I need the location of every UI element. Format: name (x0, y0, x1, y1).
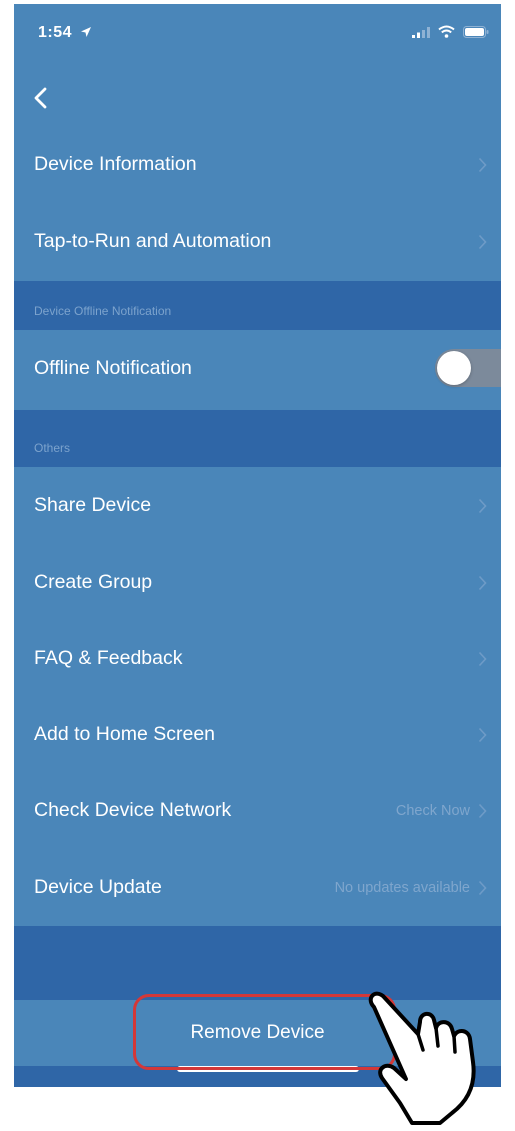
update-status-value: No updates available (334, 879, 470, 896)
status-icons (412, 25, 489, 38)
section-title: Device Offline Notification (34, 304, 172, 318)
nav-bar (14, 74, 501, 124)
remove-device-button[interactable]: Remove Device (14, 1000, 501, 1066)
chevron-right-icon (478, 803, 487, 818)
section-header-others: Others (14, 410, 501, 467)
home-indicator (177, 1066, 359, 1072)
device-information-row[interactable]: Device Information (14, 126, 501, 203)
battery-icon (463, 25, 489, 38)
status-bar: 1:54 (14, 4, 501, 64)
offline-notification-toggle[interactable] (435, 349, 501, 387)
row-label: Add to Home Screen (34, 723, 216, 745)
create-group-row[interactable]: Create Group (14, 544, 501, 621)
check-device-network-row[interactable]: Check Device Network Check Now (14, 772, 501, 849)
phone-screen: 1:54 Device Information Tap-to-Run and A… (14, 4, 501, 1087)
chevron-right-icon (478, 575, 487, 590)
row-label: Offline Notification (34, 357, 192, 379)
chevron-right-icon (478, 234, 487, 249)
tap-to-run-row[interactable]: Tap-to-Run and Automation (14, 203, 501, 280)
location-arrow-icon (80, 27, 91, 37)
row-label: FAQ & Feedback (34, 647, 183, 669)
chevron-right-icon (478, 727, 487, 742)
device-update-row[interactable]: Device Update No updates available (14, 849, 501, 926)
wifi-icon (438, 25, 455, 38)
signal-icon (412, 26, 430, 38)
row-label: Device Update (34, 876, 162, 898)
chevron-left-icon (34, 87, 47, 109)
row-label: Create Group (34, 571, 153, 593)
remove-device-label: Remove Device (190, 1022, 325, 1043)
back-button[interactable] (28, 84, 58, 114)
row-label: Check Device Network (34, 799, 232, 821)
chevron-right-icon (478, 880, 487, 895)
add-to-home-screen-row[interactable]: Add to Home Screen (14, 696, 501, 773)
chevron-right-icon (478, 498, 487, 513)
section-spacer (14, 926, 501, 1000)
status-time-text: 1:54 (38, 24, 73, 41)
status-time: 1:54 (38, 24, 92, 42)
faq-feedback-row[interactable]: FAQ & Feedback (14, 620, 501, 697)
chevron-right-icon (478, 651, 487, 666)
offline-notification-row: Offline Notification (14, 330, 501, 407)
share-device-row[interactable]: Share Device (14, 467, 501, 544)
row-label: Share Device (34, 494, 152, 516)
chevron-right-icon (478, 157, 487, 172)
toggle-knob (437, 351, 471, 385)
row-label: Device Information (34, 153, 197, 175)
section-header-offline: Device Offline Notification (14, 281, 501, 330)
check-now-value: Check Now (395, 802, 470, 819)
section-title: Others (34, 441, 71, 455)
row-label: Tap-to-Run and Automation (34, 230, 272, 252)
